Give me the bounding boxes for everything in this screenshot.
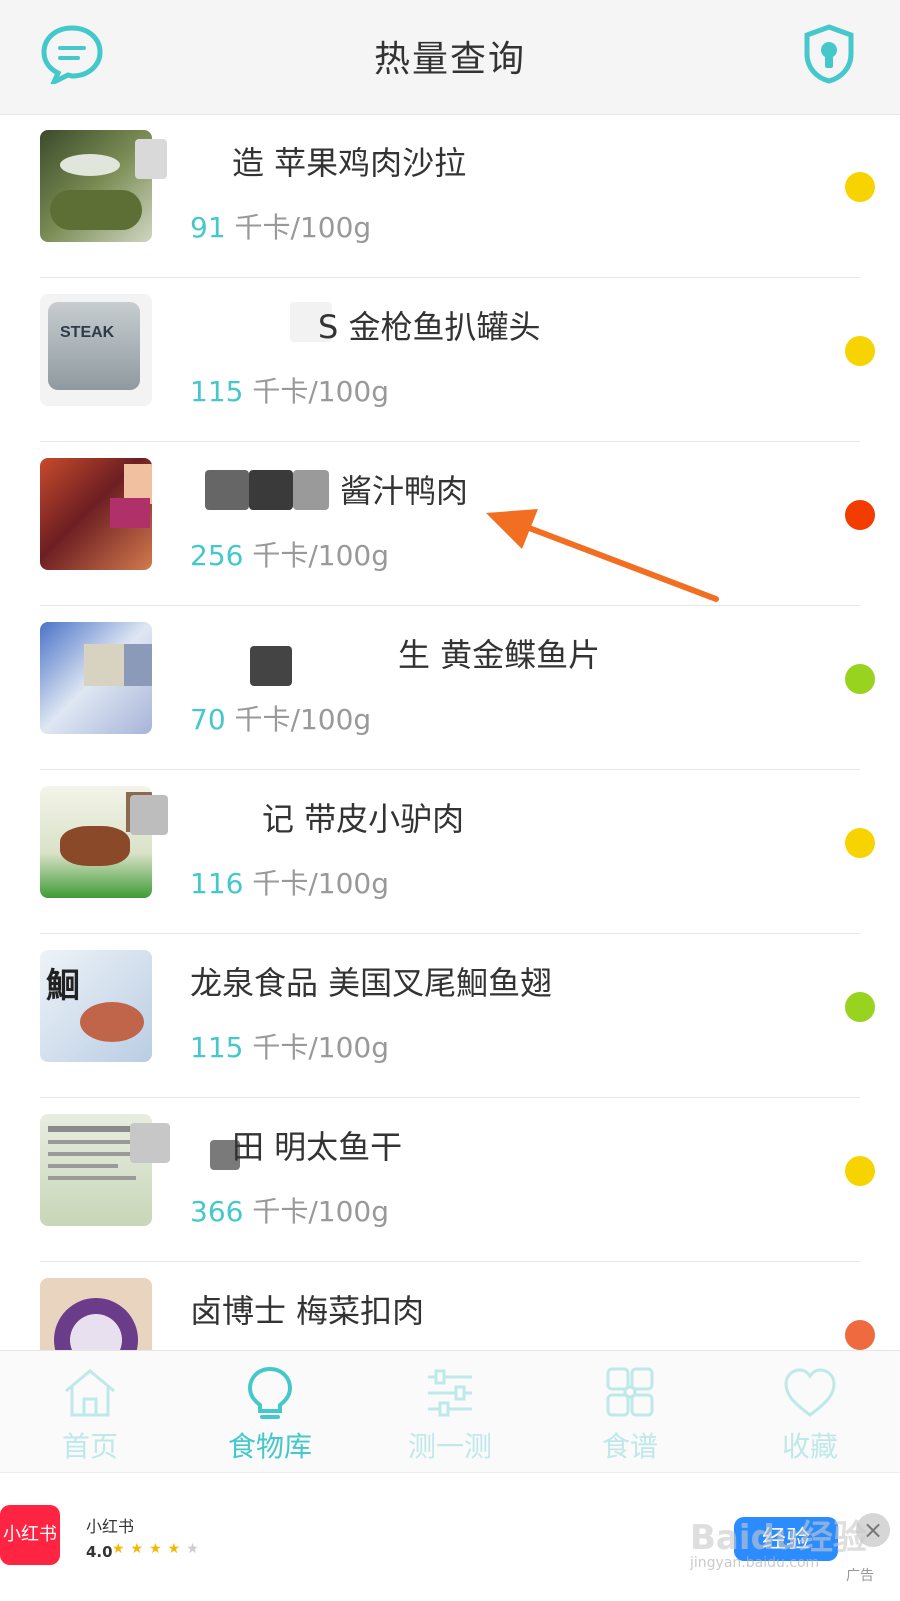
calorie-unit: 千卡/100g	[252, 539, 390, 572]
list-item[interactable]: 造 苹果鸡肉沙拉 91 千卡/100g	[0, 114, 900, 278]
food-name: 卤博士 梅菜扣肉	[190, 1292, 425, 1330]
bottom-nav: 首页 食物库 测一测 食谱 收藏	[0, 1350, 900, 1473]
food-calories: 116 千卡/100g	[190, 862, 389, 902]
food-name: 造 苹果鸡肉沙拉	[232, 144, 467, 182]
list-item[interactable]: 生 黄金鲽鱼片 70 千卡/100g	[0, 606, 900, 770]
calorie-level-dot	[845, 828, 875, 858]
annotation-arrow-icon	[486, 509, 719, 602]
list-item[interactable]: 记 带皮小驴肉 116 千卡/100g	[0, 770, 900, 934]
calorie-value: 91	[190, 211, 226, 244]
food-calories: 70 千卡/100g	[190, 698, 371, 738]
rating-stars-icon: ★★★★★	[112, 1541, 205, 1557]
food-list: 造 苹果鸡肉沙拉 91 千卡/100g STEAK S 金枪鱼扒罐头 115 千…	[0, 114, 900, 1350]
food-calories: 91 千卡/100g	[190, 206, 371, 246]
calorie-unit: 千卡/100g	[252, 1031, 390, 1064]
app-logo: 小红书	[0, 1505, 60, 1565]
list-item[interactable]: 卤博士 梅菜扣肉	[0, 1262, 900, 1350]
calorie-unit: 千卡/100g	[252, 1195, 390, 1228]
list-item[interactable]: 鮰 龙泉食品 美国叉尾鮰鱼翅 115 千卡/100g	[0, 934, 900, 1098]
calorie-value: 366	[190, 1195, 244, 1228]
nav-label: 首页	[61, 1430, 118, 1463]
heart-icon	[784, 1368, 836, 1417]
calorie-level-dot	[845, 500, 875, 530]
calorie-unit: 千卡/100g	[252, 867, 390, 900]
calorie-value: 116	[190, 867, 244, 900]
calorie-value: 70	[190, 703, 226, 736]
calorie-level-dot	[845, 1320, 875, 1350]
list-item[interactable]: STEAK S 金枪鱼扒罐头 115 千卡/100g	[0, 278, 900, 518]
list-item[interactable]: 酱汁鸭肉 256 千卡/100g	[0, 442, 900, 606]
page-title: 热量查询	[373, 39, 526, 80]
nav-item-recipes[interactable]: 食谱	[540, 1351, 720, 1473]
calorie-level-dot	[845, 1156, 875, 1186]
food-name: 田 明太鱼干	[232, 1128, 403, 1166]
calorie-level-dot	[845, 664, 875, 694]
food-calories: 366 千卡/100g	[190, 1190, 389, 1230]
calorie-value: 115	[190, 375, 244, 408]
lightbulb-icon	[247, 1366, 293, 1419]
calorie-value: 115	[190, 1031, 244, 1064]
nav-item-food-library[interactable]: 食物库	[180, 1351, 360, 1473]
food-name: 酱汁鸭肉	[340, 472, 469, 510]
food-thumbnail: 鮰	[40, 950, 152, 1062]
nav-label: 测一测	[407, 1430, 492, 1463]
food-thumbnail: STEAK	[40, 294, 152, 406]
calorie-level-dot	[845, 992, 875, 1022]
food-thumbnail	[40, 458, 152, 570]
calorie-value: 256	[190, 539, 244, 572]
calorie-unit: 千卡/100g	[234, 211, 372, 244]
sliders-icon	[428, 1369, 472, 1417]
food-name: 记 带皮小驴肉	[262, 800, 465, 838]
nav-label: 收藏	[781, 1430, 838, 1463]
home-icon	[65, 1369, 115, 1417]
food-calories: 115 千卡/100g	[190, 370, 389, 410]
food-calories: 256 千卡/100g	[190, 534, 389, 574]
nav-label: 食物库	[227, 1430, 312, 1463]
nav-label: 食谱	[601, 1430, 658, 1463]
grid-icon	[606, 1367, 654, 1417]
food-name: S 金枪鱼扒罐头	[318, 308, 541, 346]
lock-shield-icon[interactable]	[802, 24, 856, 84]
calorie-level-dot	[845, 172, 875, 202]
food-name: 龙泉食品 美国叉尾鮰鱼翅	[190, 964, 553, 1002]
calorie-unit: 千卡/100g	[252, 375, 390, 408]
nav-item-test[interactable]: 测一测	[360, 1351, 540, 1473]
ad-label: 广告	[846, 1568, 874, 1584]
food-thumbnail	[40, 1278, 152, 1350]
ad-rating: 4.0	[86, 1543, 113, 1561]
food-calories: 115 千卡/100g	[190, 1026, 389, 1066]
calorie-level-dot	[845, 336, 875, 366]
list-item[interactable]: 田 明太鱼干 366 千卡/100g	[0, 1098, 900, 1262]
nav-item-favorites[interactable]: 收藏	[720, 1351, 900, 1473]
food-thumbnail	[40, 622, 152, 734]
food-name: 生 黄金鲽鱼片	[398, 636, 601, 674]
ad-app-name: 小红书	[86, 1517, 135, 1536]
watermark-brand: Baidu经验	[690, 1518, 868, 1558]
calorie-unit: 千卡/100g	[234, 703, 372, 736]
nav-item-home[interactable]: 首页	[0, 1351, 180, 1473]
watermark-url: jingyan.baidu.com	[690, 1555, 820, 1571]
top-bar: 热量查询	[0, 0, 900, 115]
